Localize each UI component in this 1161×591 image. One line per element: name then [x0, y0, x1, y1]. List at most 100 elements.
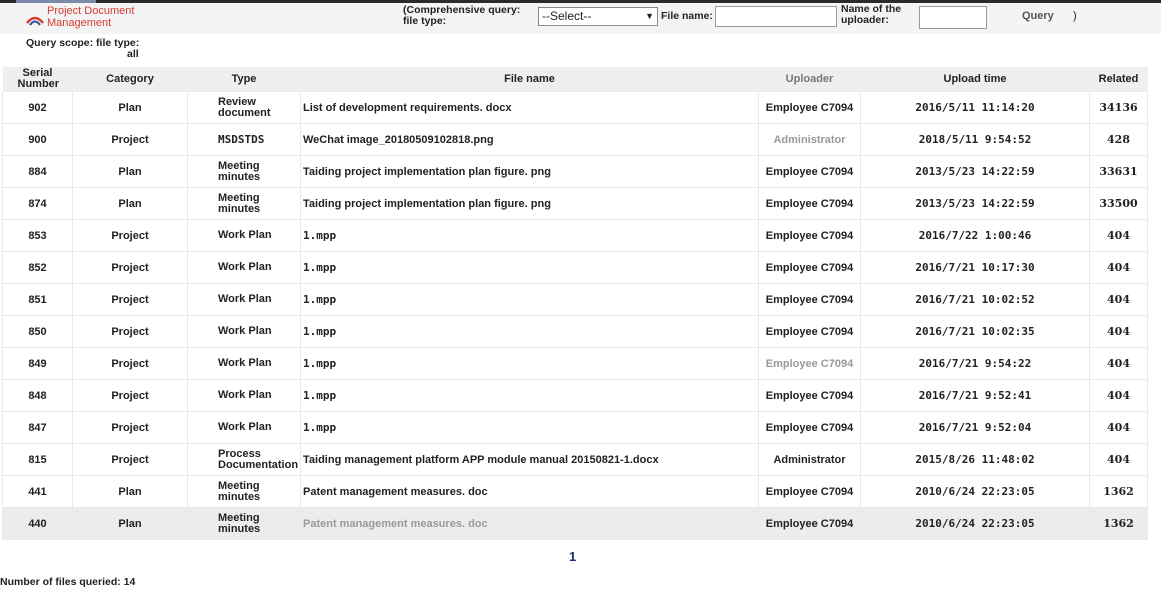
cell-file-name-link[interactable]: Patent management measures. doc: [300, 507, 759, 540]
table-row[interactable]: 849 Project Work Plan 1.mpp Employee C70…: [2, 347, 1148, 380]
cell-file-name-link[interactable]: 1.mpp: [300, 283, 759, 316]
cell-serial: 848: [2, 379, 73, 412]
cell-type: Work Plan: [187, 283, 301, 316]
cell-category: Plan: [72, 507, 188, 540]
cell-category: Project: [72, 315, 188, 348]
cell-related: 428: [1089, 123, 1148, 156]
cell-upload-time: 2010/6/24 22:23:05: [860, 507, 1090, 540]
table-row[interactable]: 848 Project Work Plan 1.mpp Employee C70…: [2, 379, 1148, 412]
table-row[interactable]: 884 Plan Meeting minutes Taiding project…: [2, 155, 1148, 188]
table-row[interactable]: 852 Project Work Plan 1.mpp Employee C70…: [2, 251, 1148, 284]
cell-file-name-link[interactable]: WeChat image_20180509102818.png: [300, 123, 759, 156]
cell-file-name-link[interactable]: List of development requirements. docx: [300, 91, 759, 124]
cell-serial: 815: [2, 443, 73, 476]
cell-upload-time: 2016/7/22 1:00:46: [860, 219, 1090, 252]
cell-file-name-link[interactable]: 1.mpp: [300, 219, 759, 252]
cell-file-name-link[interactable]: Patent management measures. doc: [300, 475, 759, 508]
uploader-name-label: Name of the uploader:: [841, 3, 902, 26]
cell-serial: 441: [2, 475, 73, 508]
cell-upload-time: 2016/7/21 10:02:35: [860, 315, 1090, 348]
cell-category: Project: [72, 379, 188, 412]
table-row[interactable]: 815 Project Process Documentation Taidin…: [2, 443, 1148, 476]
cell-file-name-link[interactable]: 1.mpp: [300, 379, 759, 412]
table-row[interactable]: 853 Project Work Plan 1.mpp Employee C70…: [2, 219, 1148, 252]
table-row[interactable]: 874 Plan Meeting minutes Taiding project…: [2, 187, 1148, 220]
pagination-page-1[interactable]: 1: [569, 549, 576, 564]
header-serial[interactable]: Serial Number: [2, 67, 73, 92]
file-name-input[interactable]: [715, 6, 837, 27]
table-row[interactable]: 851 Project Work Plan 1.mpp Employee C70…: [2, 283, 1148, 316]
cell-uploader: Employee C7094: [758, 379, 861, 412]
cell-upload-time: 2016/7/21 9:52:41: [860, 379, 1090, 412]
top-header: Project Document Management (Comprehensi…: [0, 3, 1161, 34]
cell-related: 404: [1089, 379, 1148, 412]
table-row[interactable]: 850 Project Work Plan 1.mpp Employee C70…: [2, 315, 1148, 348]
cell-file-name-link[interactable]: Taiding management platform APP module m…: [300, 443, 759, 476]
header-type[interactable]: Type: [187, 67, 301, 92]
cell-uploader: Administrator: [758, 123, 861, 156]
cell-related: 34136: [1089, 91, 1148, 124]
header-uploader[interactable]: Uploader: [758, 67, 861, 92]
file-type-selected-value: --Select--: [542, 9, 592, 23]
comprehensive-query-label: (Comprehensive query: file type:: [403, 4, 521, 27]
table-row[interactable]: 440 Plan Meeting minutes Patent manageme…: [2, 507, 1148, 540]
cell-upload-time: 2016/7/21 9:52:04: [860, 411, 1090, 444]
cell-serial: 902: [2, 91, 73, 124]
cell-related: 404: [1089, 251, 1148, 284]
table-row[interactable]: 900 Project MSDSTDS WeChat image_2018050…: [2, 123, 1148, 156]
header-file-name[interactable]: File name: [300, 67, 759, 92]
file-name-label: File name:: [661, 10, 713, 22]
query-scope-value: all: [127, 48, 139, 60]
cell-related: 1362: [1089, 475, 1148, 508]
app-title[interactable]: Project Document Management: [47, 5, 147, 29]
cell-upload-time: 2015/8/26 11:48:02: [860, 443, 1090, 476]
query-button[interactable]: Query: [1022, 10, 1054, 22]
cell-related: 404: [1089, 411, 1148, 444]
header-category[interactable]: Category: [72, 67, 188, 92]
cell-file-name-link[interactable]: 1.mpp: [300, 347, 759, 380]
cell-type: Work Plan: [187, 347, 301, 380]
cell-upload-time: 2016/7/21 9:54:22: [860, 347, 1090, 380]
documents-table: Serial Number Category Type File name Up…: [2, 67, 1148, 540]
table-row[interactable]: 441 Plan Meeting minutes Patent manageme…: [2, 475, 1148, 508]
table-row[interactable]: 847 Project Work Plan 1.mpp Employee C70…: [2, 411, 1148, 444]
cell-serial: 900: [2, 123, 73, 156]
cell-category: Project: [72, 443, 188, 476]
files-count: Number of files queried: 14: [0, 576, 136, 588]
cell-related: 33500: [1089, 187, 1148, 220]
cell-serial: 440: [2, 507, 73, 540]
cell-related: 404: [1089, 283, 1148, 316]
uploader-name-input[interactable]: [919, 6, 987, 29]
cell-file-name-link[interactable]: 1.mpp: [300, 411, 759, 444]
cell-uploader: Employee C7094: [758, 91, 861, 124]
cell-uploader: Employee C7094: [758, 283, 861, 316]
table-header-row: Serial Number Category Type File name Up…: [2, 67, 1148, 92]
cell-file-name-link[interactable]: Taiding project implementation plan figu…: [300, 155, 759, 188]
cell-file-name-link[interactable]: Taiding project implementation plan figu…: [300, 187, 759, 220]
cell-uploader: Employee C7094: [758, 187, 861, 220]
cell-type: Review document: [187, 91, 301, 124]
cell-type: MSDSTDS: [187, 123, 301, 156]
cell-file-name-link[interactable]: 1.mpp: [300, 251, 759, 284]
cell-serial: 849: [2, 347, 73, 380]
cell-type: Work Plan: [187, 379, 301, 412]
cell-type: Meeting minutes: [187, 475, 301, 508]
cell-type: Process Documentation: [187, 443, 301, 476]
cell-uploader: Employee C7094: [758, 219, 861, 252]
cell-category: Project: [72, 251, 188, 284]
cell-related: 1362: [1089, 507, 1148, 540]
cell-type: Work Plan: [187, 315, 301, 348]
cell-uploader: Employee C7094: [758, 315, 861, 348]
table-row[interactable]: 902 Plan Review document List of develop…: [2, 91, 1148, 124]
cell-type: Meeting minutes: [187, 507, 301, 540]
closing-paren: ): [1073, 10, 1077, 22]
file-type-select[interactable]: --Select-- ▼: [538, 7, 658, 26]
cell-serial: 850: [2, 315, 73, 348]
header-upload-time[interactable]: Upload time: [860, 67, 1090, 92]
cell-category: Project: [72, 411, 188, 444]
cell-file-name-link[interactable]: 1.mpp: [300, 315, 759, 348]
cell-upload-time: 2018/5/11 9:54:52: [860, 123, 1090, 156]
header-related[interactable]: Related: [1089, 67, 1148, 92]
cell-upload-time: 2016/7/21 10:02:52: [860, 283, 1090, 316]
cell-uploader: Employee C7094: [758, 155, 861, 188]
